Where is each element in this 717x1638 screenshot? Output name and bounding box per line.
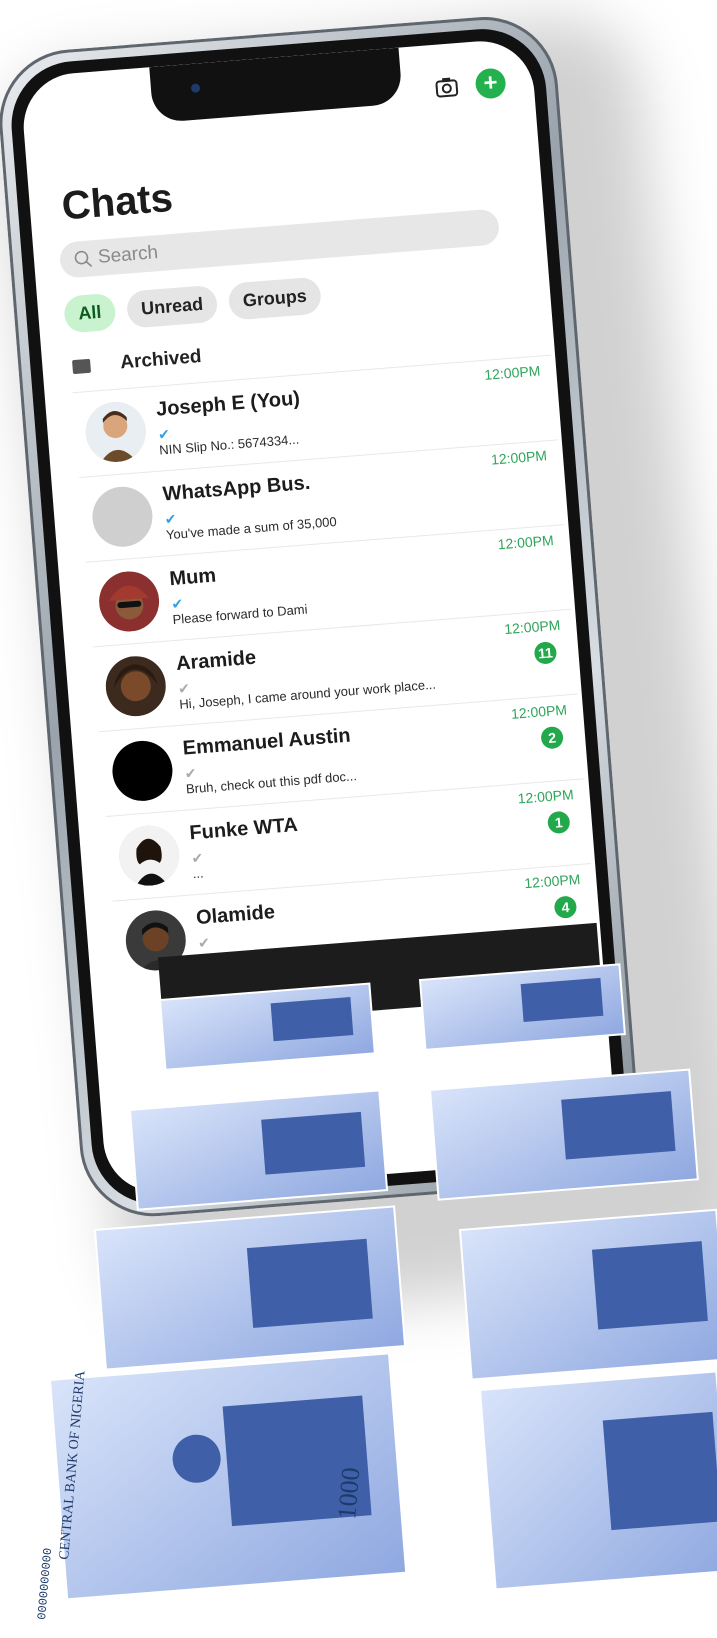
stage: + Chats Search All Unread Groups Archive… (0, 0, 717, 1638)
banknote-serial: 0000000000 (35, 1547, 55, 1620)
banknote-denomination: 1000 (332, 1466, 365, 1520)
banknote-right-column (418, 963, 717, 1591)
banknotes-illustration: CENTRAL BANK OF NIGERIA 1000 0000000000 (35, 963, 717, 1620)
